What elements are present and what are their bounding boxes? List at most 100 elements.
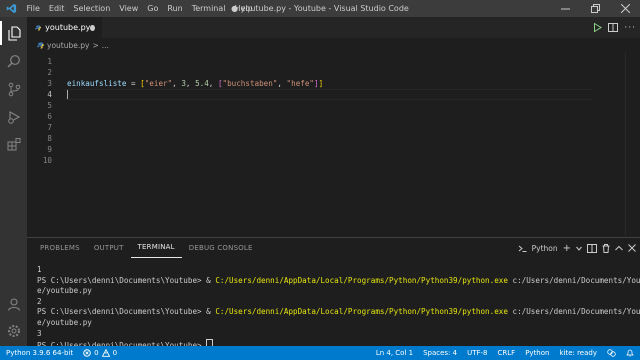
code-line: 6: [27, 111, 640, 122]
unsaved-dot-icon[interactable]: [90, 24, 95, 31]
terminal-line: PS C:\Users\denni\Documents\Youtube> & C…: [37, 275, 640, 287]
line-number: 6: [47, 112, 52, 121]
files-icon: [7, 25, 21, 41]
panel-tabs: PROBLEMS OUTPUT TERMINAL DEBUG CONSOLE: [27, 238, 260, 258]
tab-debug-console[interactable]: DEBUG CONSOLE: [182, 238, 260, 258]
current-line-highlight: [65, 89, 592, 100]
bottom-panel: PROBLEMS OUTPUT TERMINAL DEBUG CONSOLE P…: [27, 237, 640, 350]
status-bar: Python 3.9.6 64-bit 0 0 Ln 4, Col 1 Spac…: [0, 346, 640, 360]
terminal-line: e/youtube.py: [37, 286, 92, 296]
title-bar: File Edit Selection View Go Run Terminal…: [0, 0, 640, 17]
vscode-logo-icon: [0, 0, 22, 17]
search-icon: [7, 55, 20, 68]
tab-terminal[interactable]: TERMINAL: [130, 238, 182, 258]
maximize-panel-icon[interactable]: [615, 245, 623, 251]
tab-youtube-py[interactable]: youtube.py: [27, 17, 102, 38]
code-line: 9: [27, 144, 640, 155]
tab-problems[interactable]: PROBLEMS: [33, 238, 87, 258]
run-debug-button[interactable]: [0, 105, 27, 129]
extensions-button[interactable]: [0, 133, 27, 157]
kite-status[interactable]: kite: ready: [559, 349, 597, 357]
close-button[interactable]: [610, 0, 640, 17]
accounts-button[interactable]: [0, 292, 27, 316]
text-cursor: [67, 90, 68, 99]
code-line: 3 einkaufsliste = ["eier", 3, 5.4, ["buc…: [27, 78, 640, 89]
menu-selection[interactable]: Selection: [69, 0, 115, 17]
code-line: 5: [27, 100, 640, 111]
python-file-icon: [37, 41, 44, 49]
terminal-selector[interactable]: Python: [532, 244, 558, 253]
trash-icon[interactable]: [602, 243, 610, 253]
cursor-position[interactable]: Ln 4, Col 1: [376, 349, 413, 357]
terminal-argument: c:/Users/denni/Documents/Youtub: [507, 275, 640, 285]
minimize-icon: [560, 8, 570, 10]
problems-indicator[interactable]: 0 0: [83, 349, 117, 357]
code-line: 7: [27, 122, 640, 133]
feedback-icon[interactable]: [607, 349, 616, 357]
terminal-argument: c:/Users/denni/Documents/Youtub: [507, 307, 640, 317]
code-editor[interactable]: 1 2 3 einkaufsliste = ["eier", 3, 5.4, […: [27, 52, 640, 236]
menu-terminal[interactable]: Terminal: [187, 0, 230, 17]
comma: ,: [172, 79, 182, 88]
line-number: 4: [47, 90, 52, 99]
restore-button[interactable]: [580, 0, 610, 17]
encoding[interactable]: UTF-8: [467, 349, 487, 357]
line-number: 10: [42, 156, 52, 165]
panel-actions: Python +: [518, 238, 636, 258]
menu-go[interactable]: Go: [143, 0, 163, 17]
manage-button[interactable]: [0, 319, 27, 343]
terminal-output[interactable]: 1 PS C:\Users\denni\Documents\Youtube> & …: [37, 265, 640, 352]
breadcrumb-file[interactable]: youtube.py: [47, 41, 89, 50]
more-actions-icon[interactable]: ···: [624, 23, 636, 33]
variable-name: einkaufsliste: [67, 79, 127, 88]
source-control-icon: [8, 82, 20, 96]
terminal-icon: [518, 245, 527, 252]
terminal-command: C:/Users/denni/AppData/Local/Programs/Py…: [215, 307, 508, 317]
editor-tab-bar: youtube.py ···: [27, 17, 640, 38]
run-python-file-icon[interactable]: [593, 23, 603, 32]
menu-help[interactable]: Help: [230, 0, 257, 17]
python-file-icon: [35, 24, 42, 31]
tab-output[interactable]: OUTPUT: [87, 238, 131, 258]
current-code-line: 4: [27, 89, 640, 100]
close-panel-icon[interactable]: [628, 244, 636, 252]
close-icon: [620, 4, 630, 13]
warning-icon: [101, 349, 110, 357]
breadcrumb: youtube.py > ...: [27, 38, 109, 52]
python-interpreter[interactable]: Python 3.9.6 64-bit: [6, 349, 73, 357]
tab-label: youtube.py: [45, 23, 91, 32]
breadcrumb-separator: >: [92, 40, 99, 50]
notifications-bell-icon[interactable]: [626, 349, 634, 357]
terminal-line: e/youtube.py: [37, 317, 92, 327]
restore-icon: [590, 4, 600, 13]
split-editor-icon[interactable]: [608, 23, 619, 32]
menu-run[interactable]: Run: [163, 0, 187, 17]
source-control-button[interactable]: [0, 77, 27, 101]
string-literal: "eier": [144, 79, 173, 88]
split-terminal-icon[interactable]: [587, 243, 597, 253]
chevron-down-icon[interactable]: [576, 246, 582, 251]
line-ending[interactable]: CRLF: [498, 349, 516, 357]
editor-scrollbar[interactable]: [625, 52, 640, 236]
explorer-button[interactable]: [0, 21, 27, 45]
line-number: 8: [47, 134, 52, 143]
operator: =: [126, 79, 141, 88]
line-number: 5: [47, 101, 52, 110]
language-mode[interactable]: Python: [525, 349, 549, 357]
string-literal: "buchstaben": [222, 79, 278, 88]
comma: ,: [185, 79, 196, 88]
new-terminal-icon[interactable]: +: [563, 243, 571, 254]
breadcrumb-symbols[interactable]: ...: [102, 41, 109, 50]
menu-edit[interactable]: Edit: [44, 0, 69, 17]
search-button[interactable]: [0, 49, 27, 73]
window-controls: [550, 0, 640, 17]
terminal-prompt: PS C:\Users\denni\Documents\Youtube> &: [37, 275, 216, 285]
code-text: einkaufsliste = ["eier", 3, 5.4, ["buchs…: [67, 78, 323, 89]
terminal-line: PS C:\Users\denni\Documents\Youtube> & C…: [37, 307, 640, 318]
number-literal: 5.4: [195, 79, 209, 88]
menu-view[interactable]: View: [115, 0, 143, 17]
minimize-button[interactable]: [550, 0, 580, 17]
indentation[interactable]: Spaces: 4: [423, 349, 457, 357]
menu-file[interactable]: File: [22, 0, 44, 17]
error-count: 0: [94, 349, 99, 357]
